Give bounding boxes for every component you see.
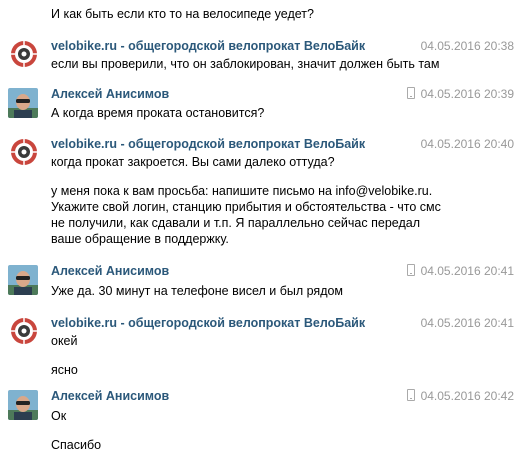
message-time[interactable]: 04.05.2016 20:39 (421, 87, 514, 101)
sender-name[interactable]: Алексей Анисимов (51, 264, 169, 278)
message-text: И как быть если кто то на велосипеде уед… (51, 7, 314, 21)
sender-name[interactable]: velobike.ru - общегородской велопрокат В… (51, 316, 365, 330)
message-time[interactable]: 04.05.2016 20:41 (421, 264, 514, 278)
message-time[interactable]: 04.05.2016 20:40 (421, 137, 514, 151)
message-text: у меня пока к вам просьба: напишите пись… (51, 184, 433, 198)
message-time[interactable]: 04.05.2016 20:42 (421, 389, 514, 403)
message-time[interactable]: 04.05.2016 20:38 (421, 39, 514, 53)
user-avatar[interactable] (8, 265, 38, 295)
message-text: А когда время проката остановится? (51, 106, 265, 120)
sender-name[interactable]: velobike.ru - общегородской велопрокат В… (51, 137, 365, 151)
velobike-logo-icon[interactable] (10, 40, 38, 68)
mobile-phone-icon (406, 87, 415, 99)
message-time-wrap: 04.05.2016 20:39 (406, 87, 514, 101)
message-time-wrap: 04.05.2016 20:41 (406, 264, 514, 278)
user-avatar[interactable] (8, 88, 38, 118)
message-text: не получили, как сдавали и т.п. Я паралл… (51, 216, 420, 230)
sender-name[interactable]: Алексей Анисимов (51, 389, 169, 403)
message-text: окей (51, 334, 78, 348)
velobike-logo-icon[interactable] (10, 138, 38, 166)
message-text: Ок (51, 409, 67, 423)
mobile-phone-icon (406, 264, 415, 276)
message-text: ваше обращение в поддержку. (51, 232, 229, 246)
message-text: ясно (51, 363, 78, 377)
velobike-logo-icon[interactable] (10, 317, 38, 345)
sender-name[interactable]: Алексей Анисимов (51, 87, 169, 101)
sender-name[interactable]: velobike.ru - общегородской велопрокат В… (51, 39, 365, 53)
message-text: когда прокат закроется. Вы сами далеко о… (51, 155, 335, 169)
mobile-phone-icon (406, 389, 415, 401)
message-time[interactable]: 04.05.2016 20:41 (421, 316, 514, 330)
user-avatar[interactable] (8, 390, 38, 420)
message-text: Спасибо (51, 438, 102, 452)
message-text: если вы проверили, что он заблокирован, … (51, 57, 440, 71)
message-text: Уже да. 30 минут на телефоне висел и был… (51, 284, 344, 298)
message-time-wrap: 04.05.2016 20:42 (406, 389, 514, 403)
message-text: Укажите свой логин, станцию прибытия и о… (51, 200, 441, 214)
